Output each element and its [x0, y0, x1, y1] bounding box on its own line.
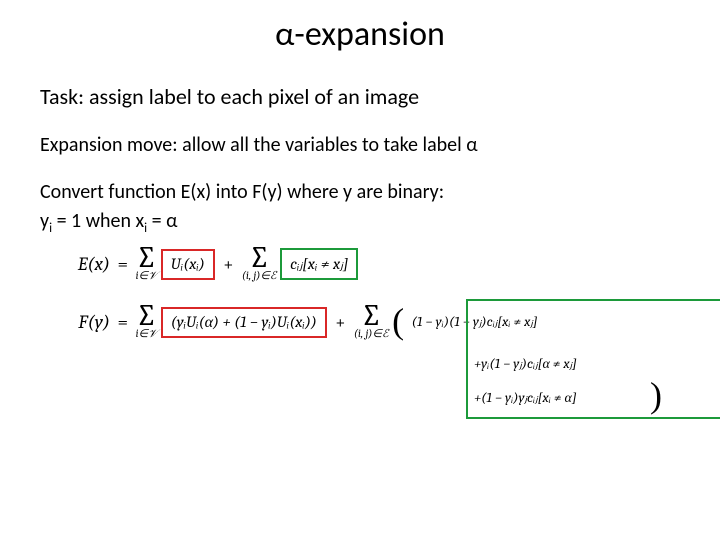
- Fy-label: F(y): [40, 311, 110, 333]
- Ui-xi-term: Uᵢ(xᵢ): [167, 253, 209, 276]
- yi-post: = α: [147, 209, 177, 233]
- sum-sub-iV-2: i∈𝒱: [136, 328, 158, 339]
- Ex-label: E(x): [40, 253, 110, 275]
- equation-Ex: E(x) = ∑ i∈𝒱 Uᵢ(xᵢ) + ∑ (i, j)∈ℰ cᵢⱼ[xᵢ …: [40, 247, 358, 282]
- sum-sub-iV-1: i∈𝒱: [136, 270, 158, 281]
- sum-ijE-1: ∑ (i, j)∈ℰ: [242, 247, 277, 282]
- sigma-icon: ∑: [136, 247, 158, 270]
- cij-term: cᵢⱼ[xᵢ ≠ xⱼ]: [286, 252, 352, 276]
- fy-pair-line-3: +(1 − yᵢ)yⱼcᵢⱼ[xᵢ ≠ α]: [470, 387, 581, 409]
- yi-mid: = 1 when x: [52, 209, 144, 233]
- fy-pair-term-2: +yᵢ(1 − yⱼ)cᵢⱼ[α ≠ xⱼ]: [470, 353, 581, 375]
- big-right-paren: ): [650, 383, 662, 408]
- sum-iV-1: ∑ i∈𝒱: [136, 247, 158, 282]
- equals-2: =: [114, 311, 133, 333]
- unary-box-Fy: (yᵢUᵢ(α) + (1 − yᵢ)Uᵢ(xᵢ)): [161, 307, 327, 338]
- plus-1: +: [218, 254, 238, 275]
- slide: α-expansion Task: assign label to each p…: [0, 0, 720, 540]
- sigma-icon: ∑: [354, 305, 389, 328]
- yi-y: y: [40, 209, 49, 233]
- sum-sub-ijE-1: (i, j)∈ℰ: [242, 270, 277, 281]
- task-line: Task: assign label to each pixel of an i…: [40, 83, 680, 111]
- sum-iV-2: ∑ i∈𝒱: [136, 305, 158, 340]
- convert-line: Convert function E(x) into F(y) where y …: [40, 180, 680, 205]
- slide-title: α-expansion: [40, 14, 680, 55]
- fy-unary-term: (yᵢUᵢ(α) + (1 − yᵢ)Uᵢ(xᵢ)): [167, 311, 321, 334]
- sum-ijE-2: ∑ (i, j)∈ℰ: [354, 305, 389, 340]
- sum-sub-ijE-2: (i, j)∈ℰ: [354, 328, 389, 339]
- expansion-line: Expansion move: allow all the variables …: [40, 133, 680, 158]
- plus-2: +: [330, 312, 350, 333]
- pair-box-Ex: cᵢⱼ[xᵢ ≠ xⱼ]: [280, 248, 358, 280]
- sigma-icon: ∑: [136, 305, 158, 328]
- equals-1: =: [114, 253, 133, 275]
- unary-box-Ex: Uᵢ(xᵢ): [161, 249, 215, 280]
- fy-pair-term-3: +(1 − yᵢ)yⱼcᵢⱼ[xᵢ ≠ α]: [470, 387, 581, 409]
- sigma-icon: ∑: [242, 247, 277, 270]
- fy-pair-line-2: +yᵢ(1 − yⱼ)cᵢⱼ[α ≠ xⱼ]: [470, 353, 581, 375]
- big-left-paren: (: [392, 309, 404, 334]
- binary-def-line: yi = 1 when xi = α: [40, 209, 680, 237]
